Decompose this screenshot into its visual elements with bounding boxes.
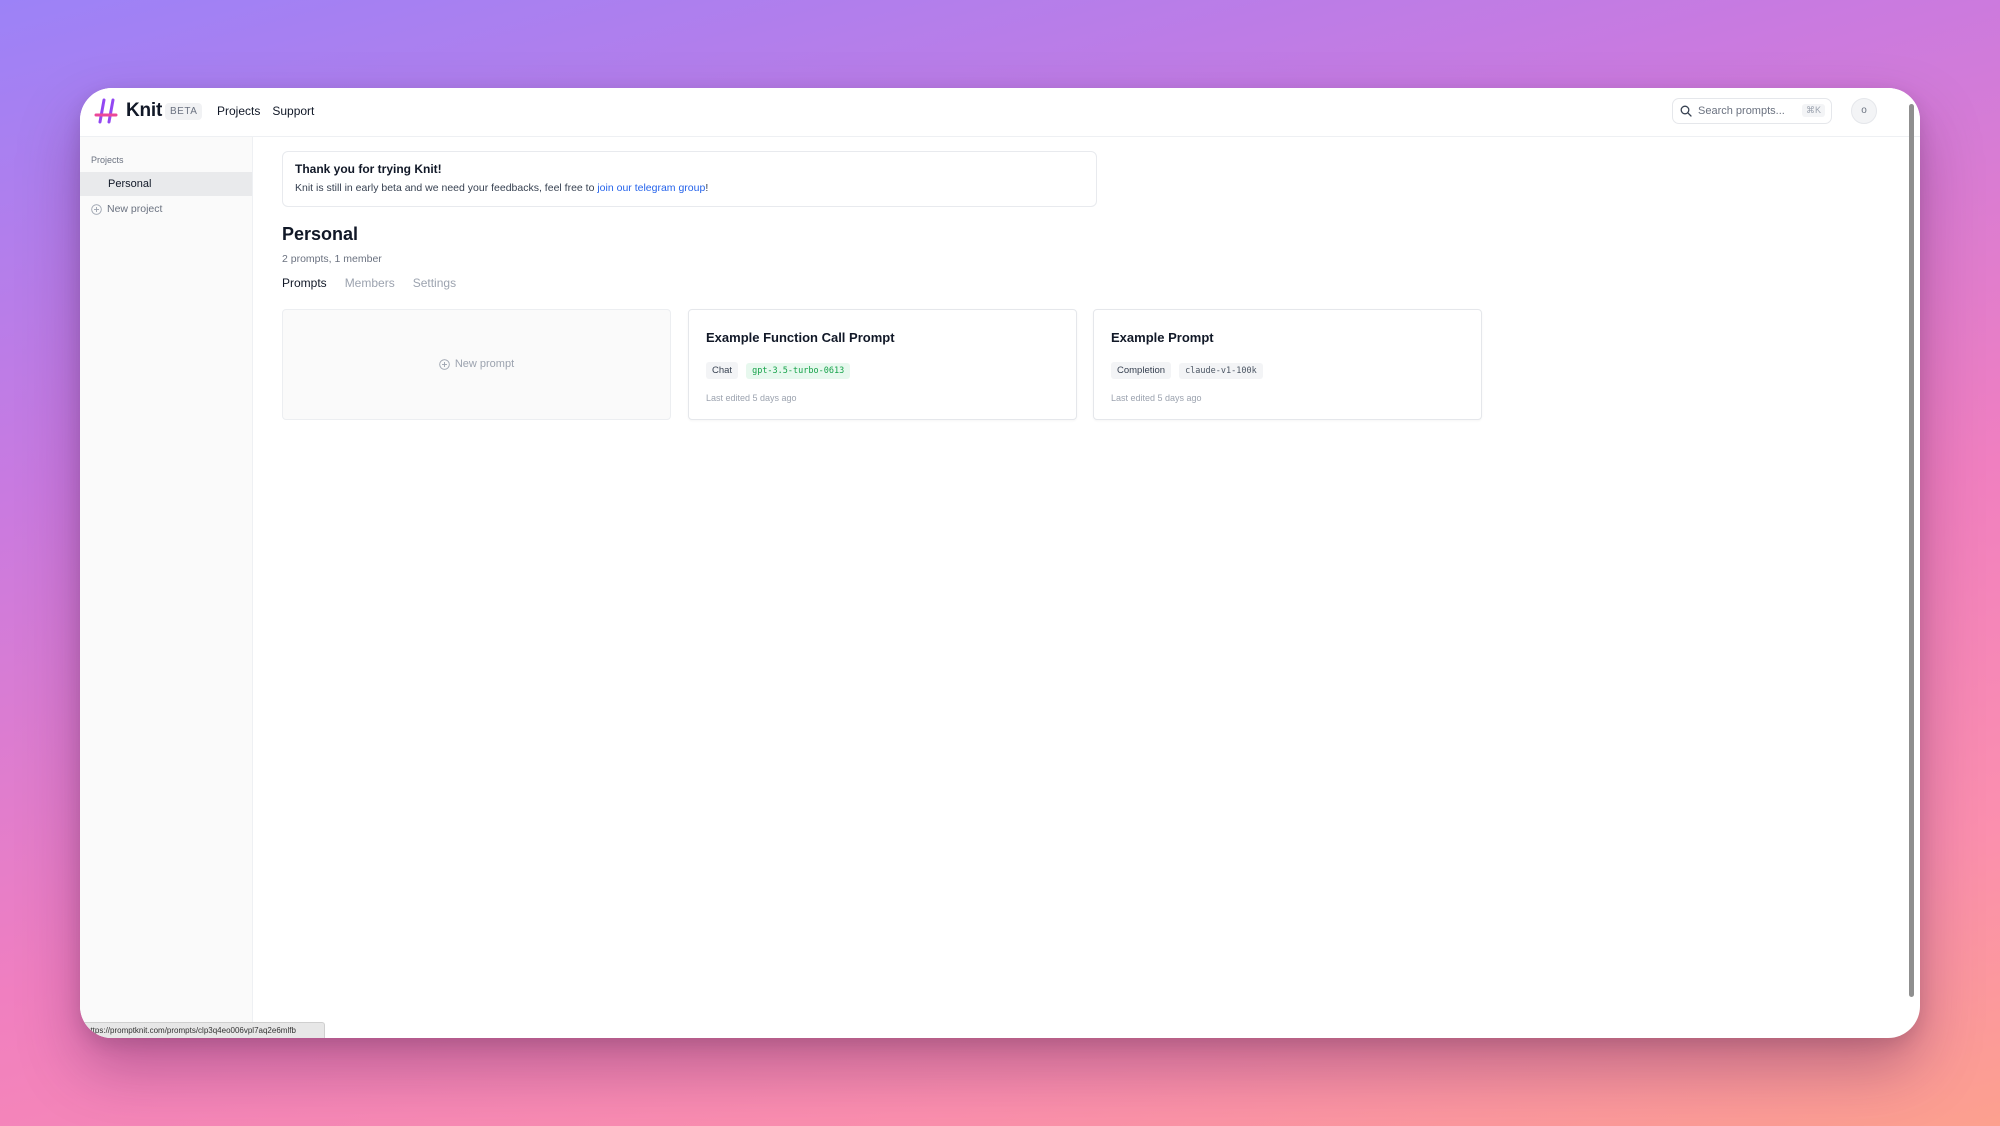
tab-members[interactable]: Members — [345, 276, 395, 290]
last-edited-text: Last edited 5 days ago — [706, 393, 797, 403]
model-tag: claude-v1-100k — [1179, 362, 1263, 379]
prompt-tags: Chat gpt-3.5-turbo-0613 — [706, 362, 851, 379]
user-avatar[interactable]: o — [1851, 98, 1877, 124]
banner-text: Knit is still in early beta and we need … — [295, 182, 708, 194]
banner-text-after: ! — [705, 182, 709, 194]
banner-title: Thank you for trying Knit! — [295, 162, 442, 176]
banner-text-before: Knit is still in early beta and we need … — [295, 182, 598, 194]
model-tag: gpt-3.5-turbo-0613 — [746, 362, 851, 379]
prompt-card[interactable]: Example Prompt Completion claude-v1-100k… — [1093, 309, 1482, 420]
top-nav: Projects Support — [217, 104, 314, 118]
plus-circle-icon — [91, 203, 102, 215]
new-project-label: New project — [107, 203, 163, 215]
search-input[interactable]: Search prompts... ⌘K — [1672, 98, 1832, 124]
search-shortcut-hint: ⌘K — [1801, 104, 1825, 117]
search-icon — [1680, 105, 1692, 117]
beta-feedback-banner: Thank you for trying Knit! Knit is still… — [282, 151, 1097, 207]
page-title: Personal — [282, 224, 359, 244]
knit-logo-icon[interactable] — [94, 98, 120, 124]
top-bar: Knit BETA Projects Support Search prompt… — [80, 88, 1920, 137]
nav-projects-link[interactable]: Projects — [217, 104, 260, 118]
telegram-group-link[interactable]: join our telegram group — [597, 182, 705, 194]
prompt-tags: Completion claude-v1-100k — [1111, 362, 1263, 379]
search-placeholder: Search prompts... — [1698, 105, 1785, 117]
new-project-button[interactable]: New project — [91, 203, 162, 215]
last-edited-text: Last edited 5 days ago — [1111, 393, 1202, 403]
sidebar-item-label: Personal — [108, 178, 152, 190]
sidebar-heading: Projects — [91, 155, 124, 165]
tab-settings[interactable]: Settings — [413, 276, 456, 290]
nav-support-link[interactable]: Support — [272, 104, 314, 118]
beta-badge: BETA — [165, 103, 203, 120]
page-scrollbar[interactable] — [1909, 104, 1914, 997]
prompt-type-tag: Chat — [706, 362, 739, 379]
project-tabs: Prompts Members Settings — [282, 276, 456, 290]
main-content: Thank you for trying Knit! Knit is still… — [252, 137, 1920, 1038]
tab-prompts[interactable]: Prompts — [282, 276, 327, 290]
new-prompt-card[interactable]: New prompt — [282, 309, 671, 420]
project-summary: 2 prompts, 1 member — [282, 253, 382, 265]
new-prompt-button[interactable]: New prompt — [283, 358, 670, 370]
prompt-title: Example Function Call Prompt — [706, 330, 895, 345]
link-status-url: https://promptknit.com/prompts/clp3q4eo0… — [80, 1022, 325, 1038]
sidebar: Projects Personal New project — [80, 137, 253, 1038]
sidebar-item-personal[interactable]: Personal — [80, 172, 252, 196]
app-window: Knit BETA Projects Support Search prompt… — [80, 88, 1920, 1038]
prompt-title: Example Prompt — [1111, 330, 1214, 345]
brand-name[interactable]: Knit — [126, 100, 162, 122]
prompt-card[interactable]: Example Function Call Prompt Chat gpt-3.… — [688, 309, 1077, 420]
prompt-type-tag: Completion — [1111, 362, 1172, 379]
new-prompt-label: New prompt — [454, 358, 515, 370]
plus-circle-icon — [439, 358, 450, 370]
